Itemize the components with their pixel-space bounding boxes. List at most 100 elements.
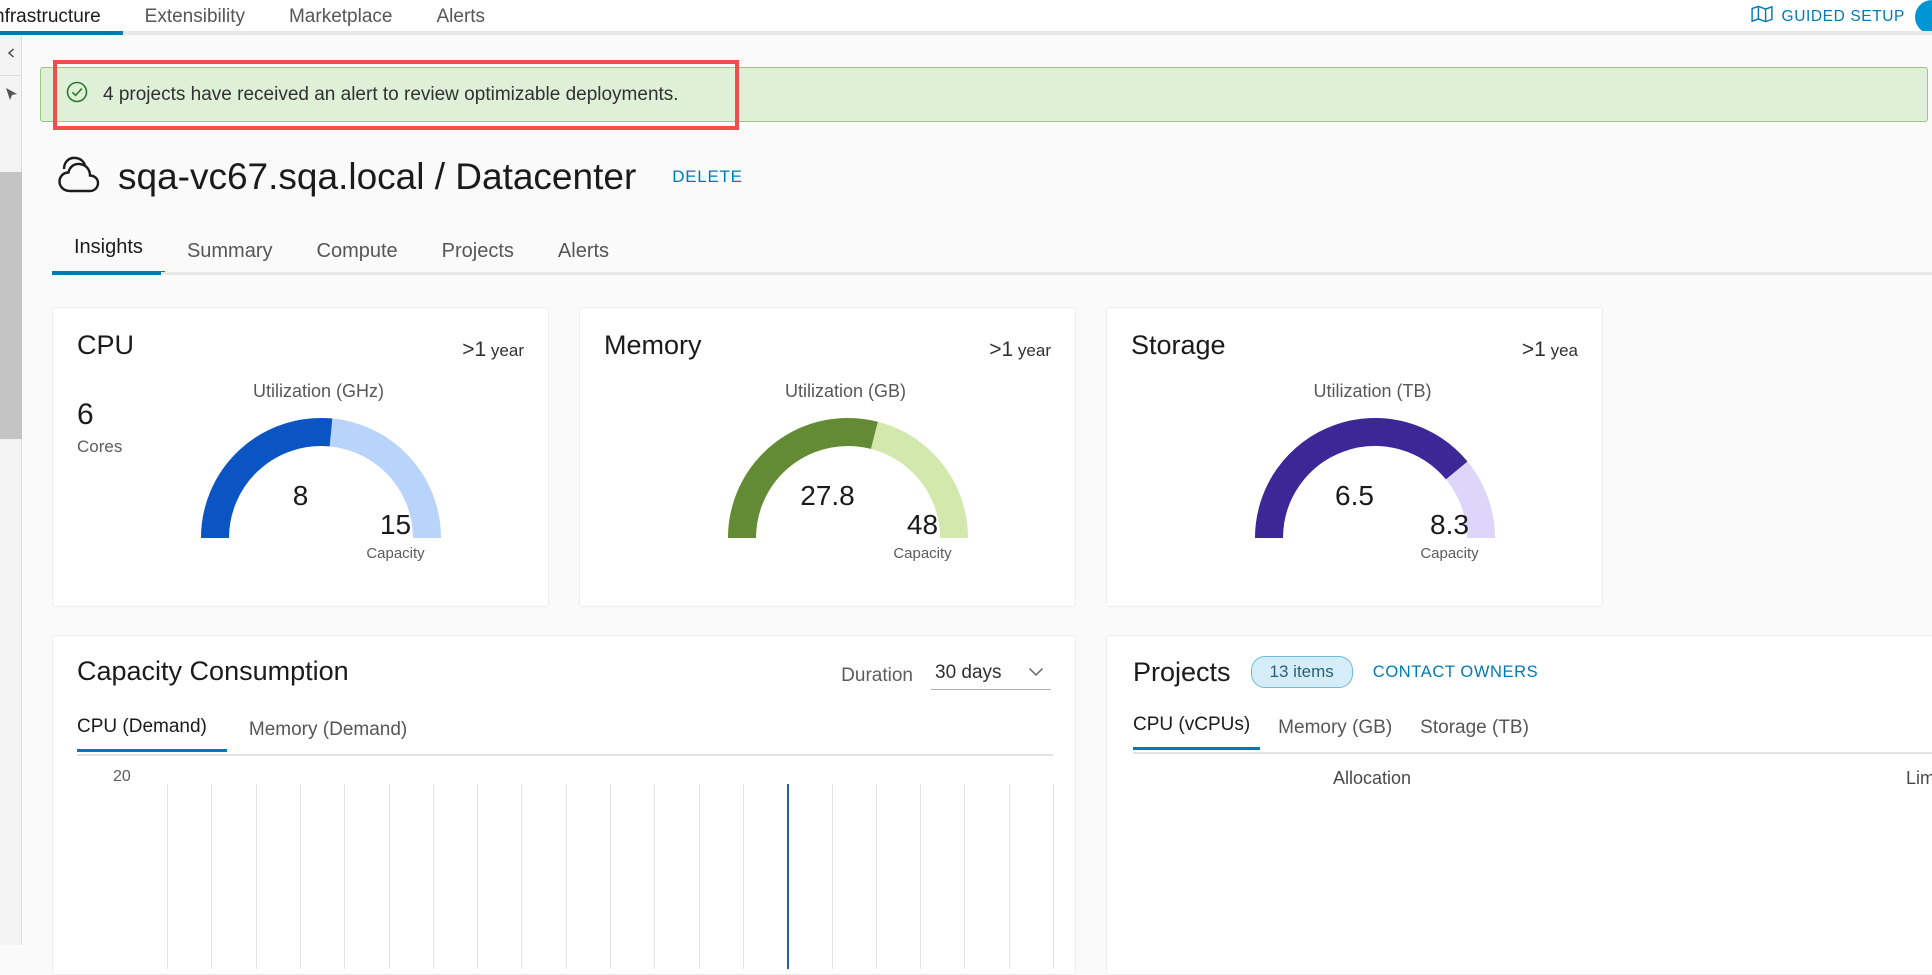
user-avatar-icon[interactable] bbox=[1915, 0, 1932, 34]
main-content-area: 4 projects have received an alert to rev… bbox=[22, 35, 1932, 975]
projects-tab-label: CPU (vCPUs) bbox=[1133, 714, 1251, 735]
card-title: CPU bbox=[77, 330, 135, 360]
duration-select[interactable]: 30 days bbox=[931, 662, 1051, 690]
nav-item-infrastructure[interactable]: nfrastructure bbox=[0, 0, 123, 35]
nav-item-extensibility[interactable]: Extensibility bbox=[123, 0, 267, 35]
chart-gridline bbox=[654, 784, 655, 969]
capacity-tabs-underline bbox=[77, 754, 1053, 756]
card-period-num: 1 bbox=[1001, 338, 1014, 361]
success-alert-banner: 4 projects have received an alert to rev… bbox=[40, 67, 1928, 122]
nav-item-label: nfrastructure bbox=[0, 6, 101, 27]
capacity-panel-title: Capacity Consumption bbox=[77, 656, 349, 686]
duration-label: Duration bbox=[841, 665, 913, 686]
card-period: >1 yea bbox=[1522, 338, 1578, 362]
gauge-capacity-value: 48 bbox=[906, 509, 939, 540]
tab-projects[interactable]: Projects bbox=[420, 240, 536, 275]
tab-compute[interactable]: Compute bbox=[295, 240, 420, 275]
projects-panel: Projects 13 items CONTACT OWNERS CPU (vC… bbox=[1106, 635, 1932, 975]
projects-tab-label: Storage (TB) bbox=[1420, 717, 1529, 738]
gauge-capacity: 15 Capacity bbox=[331, 511, 461, 563]
capacity-tab-cpu-demand[interactable]: CPU (Demand) bbox=[77, 716, 227, 752]
chart-gridline bbox=[389, 784, 390, 969]
page-header: sqa-vc67.sqa.local / Datacenter DELETE bbox=[50, 153, 743, 200]
card-period-num: 1 bbox=[474, 338, 487, 361]
tab-label: Projects bbox=[441, 240, 514, 262]
nav-item-marketplace[interactable]: Marketplace bbox=[267, 0, 415, 35]
chart-gridline bbox=[566, 784, 567, 969]
nav-item-label: Extensibility bbox=[144, 6, 245, 27]
chart-gridline bbox=[964, 784, 965, 969]
chart-gridline bbox=[300, 784, 301, 969]
card-period: >1 year bbox=[989, 338, 1051, 362]
card-period-unit: year bbox=[1017, 341, 1051, 360]
gauge-axis-label: Utilization (TB) bbox=[1313, 381, 1432, 401]
nav-item-label: Alerts bbox=[436, 6, 486, 27]
guided-setup-button[interactable]: GUIDED SETUP bbox=[1750, 5, 1905, 28]
chart-gridline bbox=[876, 784, 877, 969]
tab-summary[interactable]: Summary bbox=[165, 240, 295, 275]
contact-owners-button[interactable]: CONTACT OWNERS bbox=[1373, 663, 1538, 682]
gauge-capacity-label: Capacity bbox=[366, 545, 425, 562]
card-period-num: 1 bbox=[1534, 338, 1546, 361]
card-period: >1 year bbox=[462, 338, 524, 362]
capacity-consumption-panel: Capacity Consumption Duration 30 days CP… bbox=[52, 635, 1076, 975]
chart-gridline bbox=[477, 784, 478, 969]
tab-insights[interactable]: Insights bbox=[52, 236, 165, 275]
projects-tab-cpu[interactable]: CPU (vCPUs) bbox=[1133, 714, 1261, 750]
chart-y-tick-label: 20 bbox=[113, 768, 131, 785]
chart-gridline bbox=[1009, 784, 1010, 969]
chart-gridline bbox=[211, 784, 212, 969]
capacity-tab-memory-demand[interactable]: Memory (Demand) bbox=[249, 719, 427, 752]
chart-gridline bbox=[832, 784, 833, 969]
chart-gridline bbox=[1053, 784, 1054, 969]
gauge-capacity-label: Capacity bbox=[893, 545, 952, 562]
card-title: Storage bbox=[1131, 330, 1226, 360]
sidebar-pointer-button[interactable] bbox=[0, 76, 22, 116]
delete-button[interactable]: DELETE bbox=[672, 167, 742, 187]
capacity-tabs: CPU (Demand) Memory (Demand) bbox=[77, 716, 449, 752]
alert-message: 4 projects have received an alert to rev… bbox=[103, 83, 679, 105]
gauge-capacity: 48 Capacity bbox=[858, 509, 988, 563]
left-sidebar-rail bbox=[0, 35, 22, 945]
sidebar-collapse-button[interactable] bbox=[0, 35, 22, 75]
projects-tab-memory[interactable]: Memory (GB) bbox=[1278, 717, 1402, 750]
projects-tabs: CPU (vCPUs) Memory (GB) Storage (TB) bbox=[1133, 714, 1557, 750]
items-count-badge: 13 items bbox=[1250, 656, 1353, 688]
guided-setup-label: GUIDED SETUP bbox=[1781, 7, 1905, 25]
page-title: sqa-vc67.sqa.local / Datacenter bbox=[118, 155, 637, 197]
success-check-icon bbox=[65, 80, 89, 109]
page-tabs-underline bbox=[161, 272, 1932, 275]
projects-table-header: Allocation Limits bbox=[1133, 768, 1932, 789]
sidebar-scrollbar-thumb[interactable] bbox=[0, 172, 22, 439]
metric-cards-row: CPU >1 year Utilization (GHz) 6 Cores 8 … bbox=[52, 307, 1603, 607]
alert-banner-wrapper: 4 projects have received an alert to rev… bbox=[40, 60, 1932, 130]
map-icon bbox=[1750, 5, 1773, 28]
gauge-capacity-value: 8.3 bbox=[1430, 509, 1469, 540]
gauge-value: 27.8 bbox=[800, 480, 855, 511]
capacity-chart: 20 bbox=[77, 766, 1054, 969]
chart-gridline bbox=[787, 784, 789, 969]
projects-tab-storage[interactable]: Storage (TB) bbox=[1420, 717, 1539, 750]
card-period-prefix: > bbox=[989, 338, 1002, 361]
tab-label: Alerts bbox=[557, 240, 610, 262]
gauge-value: 8 bbox=[292, 480, 309, 511]
gauge-value: 6.5 bbox=[1335, 480, 1374, 511]
nav-item-label: Marketplace bbox=[288, 6, 393, 27]
projects-panel-header: Projects 13 items CONTACT OWNERS bbox=[1133, 656, 1538, 688]
projects-panel-title: Projects bbox=[1133, 656, 1231, 687]
metric-card-cpu: CPU >1 year Utilization (GHz) 6 Cores 8 … bbox=[52, 307, 549, 607]
gauge-axis-label: Utilization (GHz) bbox=[252, 381, 385, 401]
card-period-unit: year bbox=[490, 341, 524, 360]
nav-item-alerts[interactable]: Alerts bbox=[414, 0, 507, 35]
duration-value: 30 days bbox=[935, 662, 1002, 683]
chart-gridline bbox=[167, 784, 168, 969]
tab-label: Insights bbox=[74, 236, 143, 258]
top-nav-right-actions: GUIDED SETUP bbox=[1750, 0, 1932, 34]
tab-label: Summary bbox=[186, 240, 273, 262]
cursor-arrow-icon bbox=[4, 87, 18, 106]
chevron-down-icon bbox=[1028, 664, 1044, 682]
tab-label: Compute bbox=[316, 240, 398, 262]
capacity-tab-label: CPU (Demand) bbox=[77, 716, 207, 737]
chart-gridline bbox=[344, 784, 345, 969]
tab-alerts[interactable]: Alerts bbox=[536, 240, 631, 275]
